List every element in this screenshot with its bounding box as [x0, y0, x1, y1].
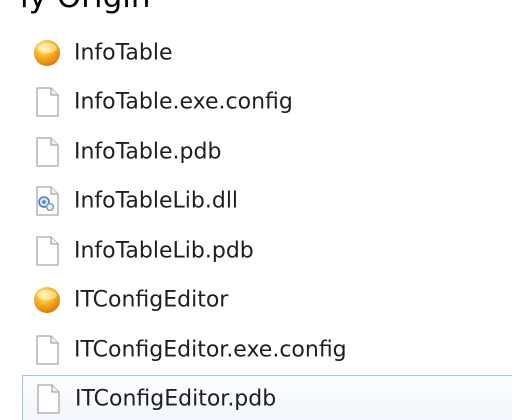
app-orb-icon: [32, 37, 62, 69]
document-icon: [32, 235, 62, 267]
document-icon: [32, 86, 62, 118]
file-name: ITConfigEditor.pdb: [75, 386, 277, 412]
document-icon: [32, 334, 62, 366]
file-item-infotable[interactable]: InfoTable: [0, 28, 512, 78]
file-name: ITConfigEditor: [74, 287, 229, 313]
explorer-file-pane: ly Origin InfoTable: [0, 0, 512, 420]
app-orb-icon: [32, 284, 62, 316]
file-item-infotablelib-pdb[interactable]: InfoTableLib.pdb: [0, 226, 512, 276]
file-item-itconfigeditor-exe-config[interactable]: ITConfigEditor.exe.config: [0, 325, 512, 375]
document-icon: [32, 136, 62, 168]
document-icon: [33, 383, 63, 415]
file-list: InfoTable InfoTable.exe.config InfoTable…: [0, 28, 512, 420]
file-name: InfoTable.pdb: [74, 139, 222, 165]
file-item-infotable-exe-config[interactable]: InfoTable.exe.config: [0, 78, 512, 128]
file-name: InfoTable.exe.config: [74, 89, 293, 115]
file-name: InfoTableLib.dll: [74, 188, 239, 214]
file-name: InfoTable: [74, 40, 173, 66]
file-item-infotable-pdb[interactable]: InfoTable.pdb: [0, 127, 512, 177]
file-item-itconfigeditor-pdb[interactable]: ITConfigEditor.pdb: [22, 374, 512, 420]
column-header-partial[interactable]: ly Origin: [20, 0, 151, 15]
file-item-itconfigeditor[interactable]: ITConfigEditor: [0, 276, 512, 326]
file-name: ITConfigEditor.exe.config: [74, 337, 347, 363]
file-item-infotablelib-dll[interactable]: InfoTableLib.dll: [0, 177, 512, 227]
dll-icon: [32, 185, 62, 217]
file-name: InfoTableLib.pdb: [74, 238, 254, 264]
